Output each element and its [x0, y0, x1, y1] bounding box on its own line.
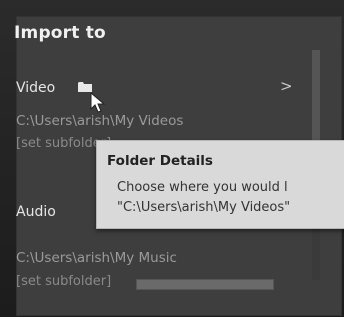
cursor-arrow-icon	[90, 92, 106, 113]
video-folder-path[interactable]: C:\Users\arish\My Videos	[16, 113, 183, 129]
video-label: Video	[16, 80, 56, 96]
tooltip-line-2: "C:\Users\arish\My Videos"	[117, 200, 291, 215]
tooltip-body: Choose where you would l "C:\Users\arish…	[117, 178, 290, 218]
audio-label: Audio	[16, 204, 56, 220]
tooltip-line-1: Choose where you would l	[117, 180, 288, 195]
tooltip-title: Folder Details	[107, 153, 213, 169]
audio-folder-path[interactable]: C:\Users\arish\My Music	[16, 250, 177, 266]
audio-set-subfolder-link[interactable]: [set subfolder]	[16, 274, 111, 289]
folder-details-tooltip: Folder Details Choose where you would l …	[96, 140, 344, 229]
window: Import to Video > C:\Users\arish\My Vide…	[0, 0, 344, 317]
progress-bar	[136, 279, 274, 290]
chevron-right-icon[interactable]: >	[280, 77, 293, 95]
panel-title: Import to	[14, 23, 106, 43]
